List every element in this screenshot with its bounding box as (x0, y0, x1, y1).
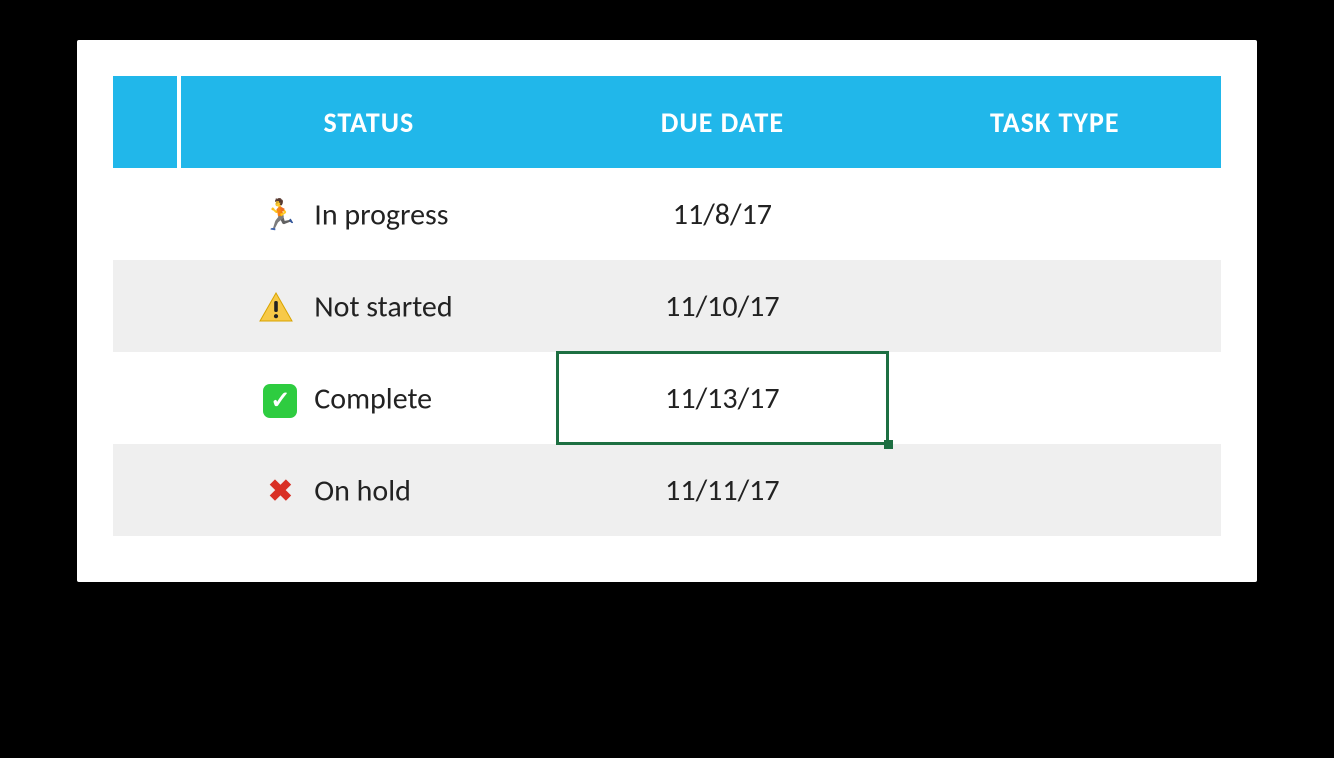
status-cell[interactable]: ✓ Complete (179, 352, 556, 444)
runner-icon: 🏃 (259, 197, 301, 234)
header-row: STATUS DUE DATE TASK TYPE (113, 76, 1221, 168)
due-date-cell[interactable]: 11/10/17 (556, 260, 888, 352)
checkmark-icon: ✓ (259, 380, 301, 418)
task-type-cell[interactable] (889, 444, 1221, 536)
table-row: ✓ Complete 11/13/17 (113, 352, 1221, 444)
empty-cell[interactable] (113, 352, 179, 444)
header-task-type[interactable]: TASK TYPE (889, 76, 1221, 168)
status-label: Complete (314, 380, 432, 417)
header-status[interactable]: STATUS (179, 76, 556, 168)
table-row: Not started 11/10/17 (113, 260, 1221, 352)
status-label: On hold (314, 473, 411, 510)
empty-cell[interactable] (113, 444, 179, 536)
table-row: 🏃 In progress 11/8/17 (113, 168, 1221, 260)
task-type-cell[interactable] (889, 168, 1221, 260)
header-due-date[interactable]: DUE DATE (556, 76, 888, 168)
task-type-cell[interactable] (889, 352, 1221, 444)
cross-icon: ✖ (259, 473, 301, 510)
status-cell[interactable]: 🏃 In progress (179, 168, 556, 260)
empty-cell[interactable] (113, 260, 179, 352)
task-type-cell[interactable] (889, 260, 1221, 352)
task-table: STATUS DUE DATE TASK TYPE 🏃 In progress … (113, 76, 1221, 536)
due-date-cell[interactable]: 11/8/17 (556, 168, 888, 260)
status-cell[interactable]: Not started (179, 260, 556, 352)
warning-icon (259, 292, 301, 322)
status-cell[interactable]: ✖ On hold (179, 444, 556, 536)
status-label: Not started (314, 289, 452, 326)
due-date-cell[interactable]: 11/11/17 (556, 444, 888, 536)
empty-cell[interactable] (113, 168, 179, 260)
table-row: ✖ On hold 11/11/17 (113, 444, 1221, 536)
header-empty[interactable] (113, 76, 179, 168)
status-label: In progress (314, 197, 448, 234)
due-date-cell[interactable]: 11/13/17 (556, 352, 888, 444)
spreadsheet-card: STATUS DUE DATE TASK TYPE 🏃 In progress … (77, 40, 1257, 582)
